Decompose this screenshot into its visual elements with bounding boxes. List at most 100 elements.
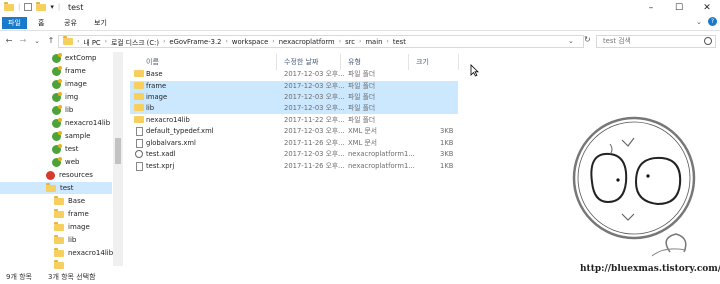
tree-item-label: test <box>65 145 79 153</box>
breadcrumb-workspace[interactable]: workspace <box>232 38 268 46</box>
back-button[interactable]: ← <box>4 35 14 47</box>
navigation-pane-scrollbar[interactable] <box>113 52 123 266</box>
scrollbar-thumb[interactable] <box>115 138 121 164</box>
new-folder-icon[interactable] <box>36 1 47 11</box>
tree-item[interactable]: image <box>52 78 87 90</box>
properties-icon[interactable] <box>24 3 33 11</box>
file-size: 3KB <box>440 150 454 158</box>
customize-quick-access-icon[interactable]: ▾ <box>50 3 54 11</box>
table-row[interactable]: test.xadl 2017-12-03 오후... nexacroplatfo… <box>130 149 458 160</box>
breadcrumb-local-disk[interactable]: 로컬 디스크 (C:) <box>111 37 159 47</box>
breadcrumb-test[interactable]: test <box>393 38 406 46</box>
tree-item[interactable]: nexacro14lib <box>52 117 110 129</box>
eclipse-package-icon <box>52 104 62 115</box>
tree-item[interactable]: test <box>52 143 78 155</box>
chevron-right-icon: › <box>163 38 166 45</box>
column-header-modified[interactable]: 수정한 날짜 <box>284 56 318 68</box>
title-bar: | ▾ | test – ☐ ✕ <box>0 0 720 16</box>
breadcrumb-this-pc[interactable]: 내 PC <box>83 37 100 47</box>
file-type: 파일 폴더 <box>348 70 376 78</box>
address-dropdown-icon[interactable]: ⌄ <box>568 37 574 45</box>
tree-item[interactable]: sample <box>52 130 90 142</box>
table-row[interactable]: test.xprj 2017-11-26 오후... nexacroplatfo… <box>130 161 458 172</box>
recent-locations-button[interactable]: ⌄ <box>32 35 42 47</box>
breadcrumb-nexacroplatform[interactable]: nexacroplatform <box>279 38 335 46</box>
file-type: 파일 폴더 <box>348 93 376 101</box>
item-count: 9개 항목 <box>6 273 32 281</box>
column-divider[interactable] <box>340 54 341 70</box>
address-bar[interactable]: › 내 PC › 로컬 디스크 (C:) › eGovFrame-3.2 › w… <box>58 35 584 48</box>
folder-icon <box>4 1 14 11</box>
column-divider[interactable] <box>458 54 459 70</box>
tab-file[interactable]: 파일 <box>2 17 27 29</box>
breadcrumb-egovframe[interactable]: eGovFrame-3.2 <box>169 38 221 46</box>
table-row[interactable]: image 2017-12-03 오후... 파일 폴더 <box>130 92 458 103</box>
file-date: 2017-11-26 오후... <box>284 139 345 147</box>
mouse-cursor-icon <box>470 64 479 77</box>
tree-item[interactable]: img <box>52 91 78 103</box>
tree-item[interactable]: lib <box>54 234 76 246</box>
tree-item-label: nexacro14lib <box>65 119 111 127</box>
refresh-button[interactable]: ↻ <box>584 35 591 44</box>
folder-icon <box>54 195 64 205</box>
tree-item[interactable]: lib <box>52 104 73 116</box>
file-date: 2017-12-03 오후... <box>284 70 345 78</box>
navigation-bar: ← → ⌄ ↑ › 내 PC › 로컬 디스크 (C:) › eGovFrame… <box>0 32 720 50</box>
table-row[interactable]: Base 2017-12-03 오후... 파일 폴더 <box>130 69 458 80</box>
maximize-button[interactable]: ☐ <box>666 0 692 16</box>
tree-item[interactable]: frame <box>52 65 86 77</box>
tree-item-label: nexacro14lib <box>68 249 114 257</box>
tree-item-label: resources <box>59 171 93 179</box>
tree-item[interactable]: frame <box>54 208 89 220</box>
chevron-right-icon: › <box>338 38 342 45</box>
table-row[interactable]: globalvars.xml 2017-11-26 오후... XML 문서 1… <box>130 138 458 149</box>
column-divider[interactable] <box>408 54 409 70</box>
tree-item[interactable]: resources <box>46 169 93 181</box>
column-header-type[interactable]: 유형 <box>348 56 361 68</box>
tree-item[interactable]: nexacro14lib <box>54 247 113 259</box>
folder-icon <box>54 234 64 244</box>
forward-button[interactable]: → <box>18 35 28 47</box>
tree-item-label: frame <box>65 67 86 75</box>
eclipse-package-icon <box>52 117 62 128</box>
tree-item[interactable]: image <box>54 221 90 233</box>
tab-share[interactable]: 공유 <box>58 17 83 29</box>
chevron-down-icon[interactable]: ⌄ <box>696 18 702 26</box>
tree-item[interactable]: extComp <box>52 52 97 64</box>
tree-item-label: test <box>60 184 74 192</box>
folder-icon <box>46 182 56 192</box>
tree-item[interactable]: web <box>52 156 79 168</box>
help-icon[interactable]: ? <box>708 17 717 26</box>
file-name: test.xadl <box>146 150 176 158</box>
up-button[interactable]: ↑ <box>46 35 56 47</box>
search-input[interactable]: test 검색 <box>596 35 716 48</box>
status-bar: 9개 항목 3개 항목 선택함 <box>0 266 720 284</box>
file-name: image <box>146 93 168 101</box>
window-title: test <box>68 3 84 12</box>
file-icon <box>136 162 143 175</box>
tree-item-label: extComp <box>65 54 97 62</box>
quick-access-toolbar: | ▾ | <box>4 1 60 11</box>
file-size: 3KB <box>440 127 454 135</box>
tree-item-label: web <box>65 158 80 166</box>
folder-icon <box>54 221 64 231</box>
column-divider[interactable] <box>276 54 277 70</box>
eclipse-package-icon <box>52 52 62 63</box>
breadcrumb-src[interactable]: src <box>345 38 355 46</box>
table-row[interactable]: frame 2017-12-03 오후... 파일 폴더 <box>130 81 458 92</box>
breadcrumb-main[interactable]: main <box>365 38 382 46</box>
tab-home[interactable]: 홈 <box>32 17 50 29</box>
column-header-name[interactable]: 이름 <box>146 56 159 68</box>
tree-item[interactable]: Base <box>54 195 85 207</box>
eclipse-resources-icon <box>46 170 55 180</box>
table-row[interactable]: default_typedef.xml 2017-12-03 오후... XML… <box>130 126 458 137</box>
close-button[interactable]: ✕ <box>694 0 720 16</box>
tab-view[interactable]: 보기 <box>88 17 113 29</box>
minimize-button[interactable]: – <box>638 0 664 16</box>
tree-item-selected[interactable]: test <box>0 182 112 194</box>
table-row[interactable]: nexacro14lib 2017-11-22 오후... 파일 폴더 <box>130 115 458 126</box>
table-row[interactable]: lib 2017-12-03 오후... 파일 폴더 <box>130 103 458 114</box>
column-header-size[interactable]: 크기 <box>416 56 429 68</box>
tree-item-label: img <box>65 93 79 101</box>
tree-item-label: sample <box>65 132 91 140</box>
